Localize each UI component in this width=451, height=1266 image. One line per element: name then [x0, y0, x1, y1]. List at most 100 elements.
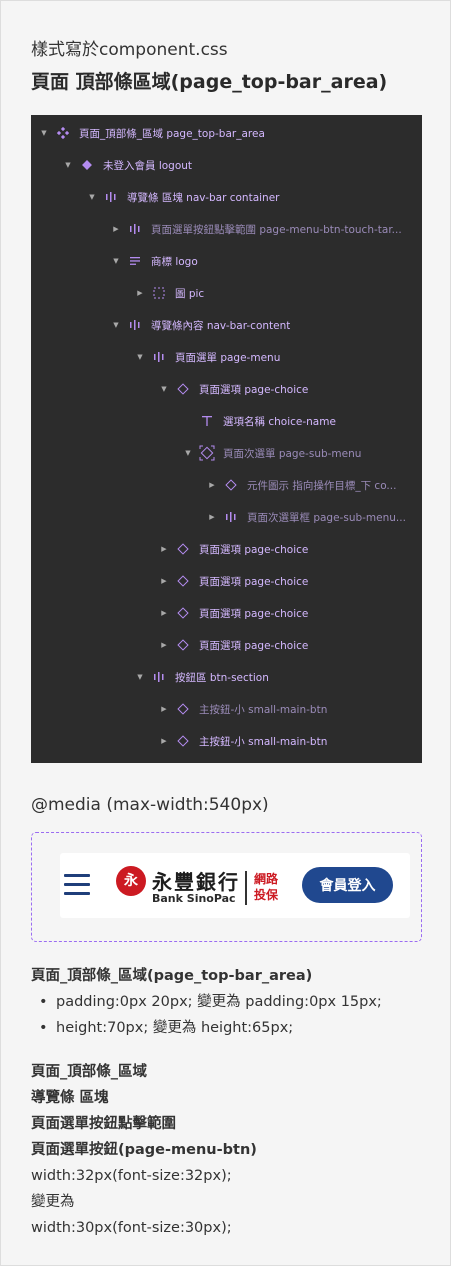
layer-label: 頁面選項 page-choice — [199, 607, 309, 620]
layer-label: 頁面選項 page-choice — [199, 543, 309, 556]
instance-outline-icon — [175, 639, 191, 651]
list-item: height:70px; 變更為 height:65px; — [31, 1015, 431, 1041]
instance-icon — [79, 159, 95, 171]
notes-section: 頁面_頂部條_區域(page_top-bar_area) padding:0px… — [31, 963, 431, 1241]
expand-arrow-icon[interactable]: ▶ — [207, 481, 217, 489]
layer-row[interactable]: ▼ 頁面_頂部條_區域 page_top-bar_area — [31, 121, 422, 145]
instance-outline-icon — [175, 383, 191, 395]
collapse-arrow-icon[interactable]: ▼ — [183, 449, 193, 457]
expand-arrow-icon[interactable]: ▶ — [159, 705, 169, 713]
layer-row[interactable]: ▼ 導覽條 區塊 nav-bar container — [31, 185, 422, 209]
auto-layout-icon — [127, 319, 143, 331]
member-login-button[interactable]: 會員登入 — [302, 867, 393, 903]
layer-label: 按鈕區 btn-section — [175, 671, 269, 684]
expand-arrow-icon[interactable]: ▶ — [111, 225, 121, 233]
instance-outline-icon — [175, 543, 191, 555]
notes-line: 頁面選單按鈕(page-menu-btn) — [31, 1142, 257, 1158]
layer-label: 頁面選項 page-choice — [199, 639, 309, 652]
collapse-arrow-icon[interactable]: ▼ — [87, 193, 97, 201]
expand-arrow-icon[interactable]: ▶ — [207, 513, 217, 521]
auto-layout-icon — [151, 671, 167, 683]
notes-section1-title: 頁面_頂部條_區域(page_top-bar_area) — [31, 968, 313, 984]
layer-row[interactable]: ▼ 商標 logo — [31, 249, 422, 273]
layer-label: 頁面選單按鈕點擊範圍 page-menu-btn-touch-tar... — [151, 223, 402, 236]
sinopac-logo-icon: 永 — [116, 866, 146, 896]
collapse-arrow-icon[interactable]: ▼ — [135, 353, 145, 361]
auto-layout-icon — [127, 223, 143, 235]
layer-label: 導覽條 區塊 nav-bar container — [127, 191, 280, 204]
notes-line: width:32px(font-size:32px); — [31, 1168, 232, 1184]
notes-line: 頁面選單按鈕點擊範圍 — [31, 1116, 176, 1132]
collapse-arrow-icon[interactable]: ▼ — [63, 161, 73, 169]
layer-row[interactable]: ▶ 頁面選項 page-choice — [31, 569, 422, 593]
collapse-arrow-icon[interactable]: ▼ — [39, 129, 49, 137]
layer-row[interactable]: ▼ 頁面選單 page-menu — [31, 345, 422, 369]
layer-row[interactable]: ▶ 頁面選項 page-choice — [31, 633, 422, 657]
layer-row[interactable]: ▶ 圖 pic — [31, 281, 422, 305]
layer-row[interactable]: ▶ 頁面選項 page-choice — [31, 537, 422, 561]
layer-label: 圖 pic — [175, 287, 205, 300]
layer-label: 主按鈕-小 small-main-btn — [199, 703, 328, 716]
hamburger-menu-icon[interactable] — [64, 874, 90, 896]
layer-row[interactable]: ▶ 頁面選項 page-choice — [31, 601, 422, 625]
collapse-arrow-icon[interactable]: ▼ — [111, 257, 121, 265]
layer-label: 商標 logo — [151, 255, 198, 268]
responsive-preview: 永 永豐銀行 Bank SinoPac 網路投保 會員登入 — [31, 832, 422, 942]
collapse-arrow-icon[interactable]: ▼ — [111, 321, 121, 329]
page-frame: 樣式寫於component.css 頁面 頂部條區域(page_top-bar_… — [0, 0, 451, 1266]
auto-layout-icon — [151, 351, 167, 363]
layer-row[interactable]: ▶ 元件圖示 指向操作目標_下 co... — [31, 473, 422, 497]
notes-line: 變更為 — [31, 1194, 75, 1210]
layer-label: 主按鈕-小 small-main-btn — [199, 735, 328, 748]
page-title: 頁面 頂部條區域(page_top-bar_area) — [31, 71, 388, 93]
expand-arrow-icon[interactable]: ▶ — [159, 609, 169, 617]
collapse-arrow-icon[interactable]: ▼ — [159, 385, 169, 393]
layer-row[interactable]: ▶ 頁面次選單框 page-sub-menu... — [31, 505, 422, 529]
layer-row[interactable]: ▼ 按鈕區 btn-section — [31, 665, 422, 689]
layer-row[interactable]: ▼ 頁面次選單 page-sub-menu — [31, 441, 422, 465]
component-icon — [55, 127, 71, 139]
layer-row[interactable]: ▼ 導覽條內容 nav-bar-content — [31, 313, 422, 337]
layer-label: 導覽條內容 nav-bar-content — [151, 319, 291, 332]
expand-arrow-icon[interactable]: ▶ — [159, 577, 169, 585]
logo-divider — [245, 871, 247, 905]
expand-arrow-icon[interactable]: ▶ — [159, 641, 169, 649]
instance-outline-icon — [175, 607, 191, 619]
notes-list: padding:0px 20px; 變更為 padding:0px 15px; … — [31, 989, 431, 1041]
layer-label: 頁面選項 page-choice — [199, 575, 309, 588]
text-align-icon — [127, 255, 143, 267]
text-icon — [199, 415, 215, 427]
instance-outline-icon — [175, 735, 191, 747]
collapse-arrow-icon[interactable]: ▼ — [135, 673, 145, 681]
expand-arrow-icon[interactable]: ▶ — [135, 289, 145, 297]
logo-chinese-name: 永豐銀行 — [152, 870, 240, 894]
layer-row[interactable]: ▶ 主按鈕-小 small-main-btn — [31, 729, 422, 753]
notes-line: 導覽條 區塊 — [31, 1090, 109, 1106]
nav-bar: 永 永豐銀行 Bank SinoPac 網路投保 會員登入 — [60, 853, 410, 918]
auto-layout-icon — [103, 191, 119, 203]
auto-layout-icon — [223, 511, 239, 523]
layer-label: 頁面_頂部條_區域 page_top-bar_area — [79, 127, 265, 140]
logo-subtitle: 網路投保 — [254, 872, 279, 902]
frame-dashed-icon — [151, 287, 167, 299]
layer-row[interactable]: ▶ 頁面選單按鈕點擊範圍 page-menu-btn-touch-tar... — [31, 217, 422, 241]
media-query-label: @media (max-width:540px) — [31, 795, 269, 815]
layer-row[interactable]: ▶ 主按鈕-小 small-main-btn — [31, 697, 422, 721]
logo-english-name: Bank SinoPac — [152, 892, 236, 905]
layers-panel: ▼ 頁面_頂部條_區域 page_top-bar_area ▼ 未登入會員 logou… — [31, 115, 422, 763]
page-subtitle: 樣式寫於component.css — [31, 40, 228, 60]
layer-label: 頁面次選單 page-sub-menu — [223, 447, 362, 460]
layer-row[interactable]: ▼ 頁面選項 page-choice — [31, 377, 422, 401]
instance-dashed-icon — [199, 445, 215, 461]
layer-label: 頁面次選單框 page-sub-menu... — [247, 511, 406, 524]
layer-label: 頁面選單 page-menu — [175, 351, 281, 364]
layer-label: 未登入會員 logout — [103, 159, 193, 172]
list-item: padding:0px 20px; 變更為 padding:0px 15px; — [31, 989, 431, 1015]
notes-line: width:30px(font-size:30px); — [31, 1220, 232, 1236]
layer-row[interactable]: ▼ 未登入會員 logout — [31, 153, 422, 177]
expand-arrow-icon[interactable]: ▶ — [159, 545, 169, 553]
expand-arrow-icon[interactable]: ▶ — [159, 737, 169, 745]
instance-outline-icon — [175, 575, 191, 587]
layer-row[interactable]: 選項名稱 choice-name — [31, 409, 422, 433]
layer-label: 頁面選項 page-choice — [199, 383, 309, 396]
